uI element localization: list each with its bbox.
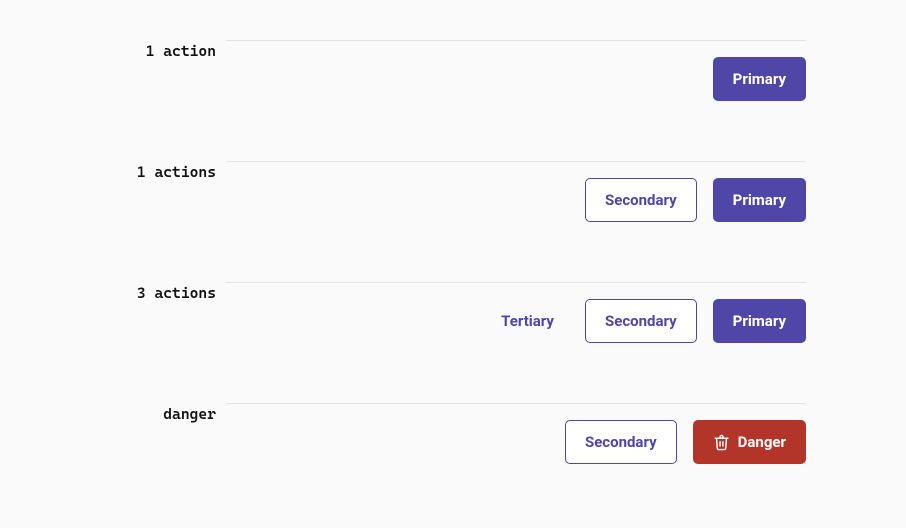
tertiary-button[interactable]: Tertiary bbox=[486, 299, 569, 343]
secondary-button[interactable]: Secondary bbox=[565, 420, 677, 464]
row-content: Primary bbox=[226, 40, 806, 101]
row-label: 1 action bbox=[100, 40, 216, 101]
button-label: Secondary bbox=[605, 193, 677, 208]
button-label: Danger bbox=[738, 435, 786, 450]
trash-icon bbox=[713, 434, 730, 451]
row-label: 1 actions bbox=[100, 161, 216, 222]
button-label: Primary bbox=[733, 193, 786, 208]
primary-button[interactable]: Primary bbox=[713, 57, 806, 101]
row-content: Tertiary Secondary Primary bbox=[226, 282, 806, 343]
secondary-button[interactable]: Secondary bbox=[585, 299, 697, 343]
button-label: Primary bbox=[733, 314, 786, 329]
row-label: danger bbox=[100, 403, 216, 464]
example-row-3-actions: 3 actions Tertiary Secondary Primary bbox=[100, 282, 806, 343]
secondary-button[interactable]: Secondary bbox=[585, 178, 697, 222]
danger-button[interactable]: Danger bbox=[693, 420, 806, 464]
example-row-1-action: 1 action Primary bbox=[100, 40, 806, 101]
example-row-2-actions: 1 actions Secondary Primary bbox=[100, 161, 806, 222]
button-label: Secondary bbox=[605, 314, 677, 329]
example-row-danger: danger Secondary Danger bbox=[100, 403, 806, 464]
row-label: 3 actions bbox=[100, 282, 216, 343]
primary-button[interactable]: Primary bbox=[713, 178, 806, 222]
row-content: Secondary Danger bbox=[226, 403, 806, 464]
primary-button[interactable]: Primary bbox=[713, 299, 806, 343]
button-label: Primary bbox=[733, 72, 786, 87]
row-content: Secondary Primary bbox=[226, 161, 806, 222]
button-label: Secondary bbox=[585, 435, 657, 450]
button-label: Tertiary bbox=[501, 314, 554, 329]
